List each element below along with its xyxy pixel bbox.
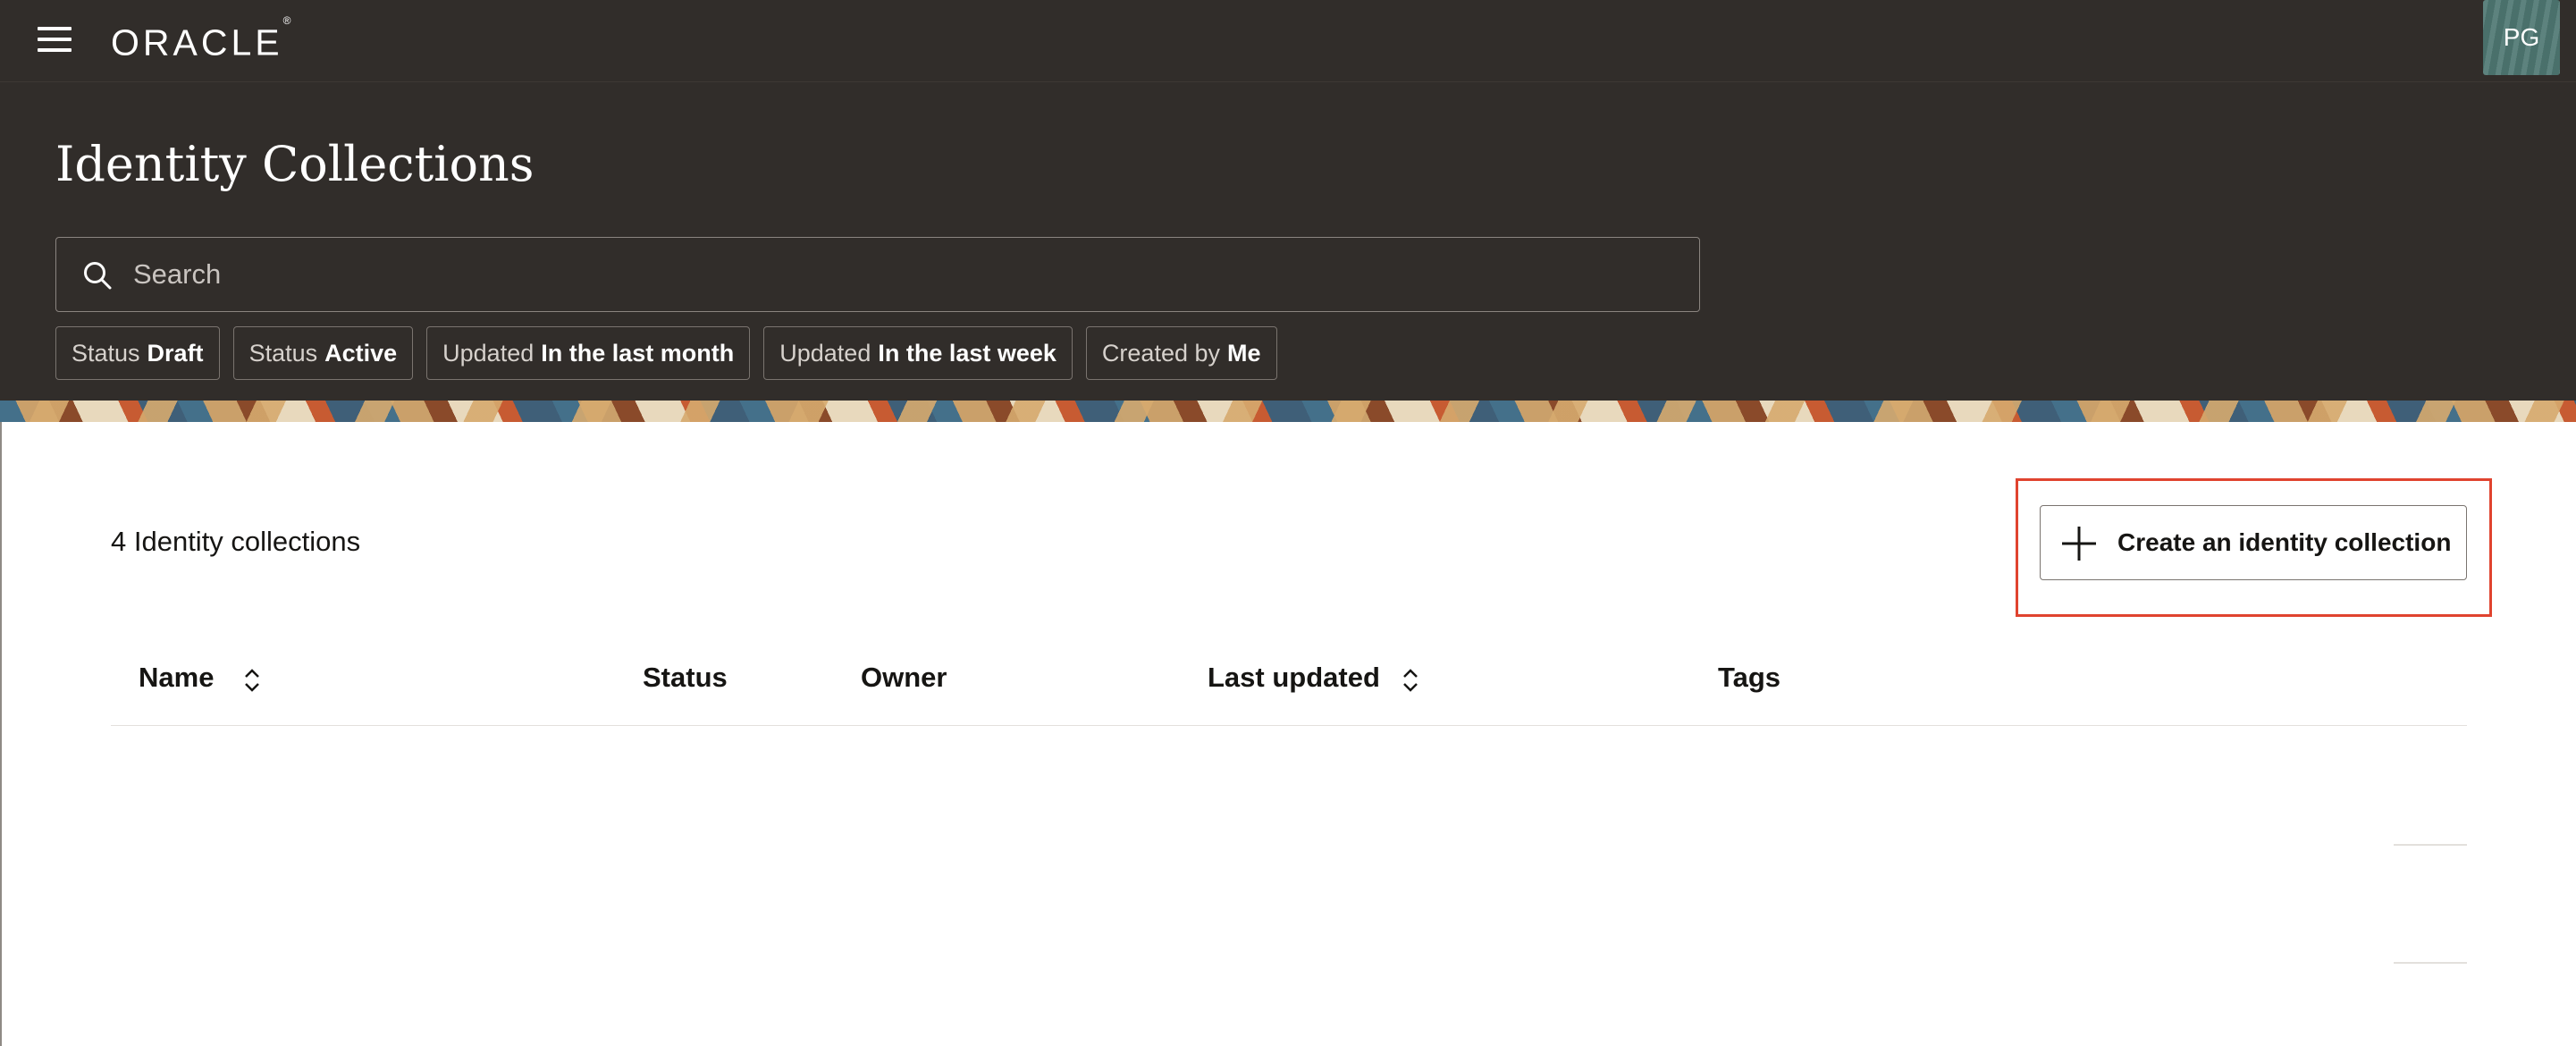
content-left-border <box>0 422 2 1046</box>
sort-icon[interactable] <box>242 667 262 694</box>
row-divider <box>2394 844 2467 846</box>
column-header-status: Status <box>643 662 728 693</box>
top-navigation-bar: ORACLE® PG <box>0 0 2576 82</box>
create-button-label: Create an identity collection <box>2117 528 2452 556</box>
filter-chip-updated-last-week[interactable]: Updated In the last week <box>763 326 1073 380</box>
page-header: Identity Collections Status Draft Status… <box>0 82 2576 401</box>
filter-chip-status-active[interactable]: Status Active <box>232 326 414 380</box>
page-title: Identity Collections <box>55 136 535 192</box>
filter-chips: Status Draft Status Active Updated In th… <box>55 326 1277 380</box>
filter-chip-created-by-me[interactable]: Created by Me <box>1085 326 1277 380</box>
decorative-banner <box>0 401 2576 422</box>
row-divider <box>2394 962 2467 964</box>
column-header-last-updated[interactable]: Last updated <box>1208 662 1380 694</box>
plus-icon <box>2062 527 2096 561</box>
search-box[interactable] <box>55 237 1700 312</box>
user-avatar[interactable]: PG <box>2483 0 2560 75</box>
table-header: Name Status Owner Last updated Tags <box>111 653 2467 726</box>
search-input[interactable] <box>133 238 1671 311</box>
collection-count: 4 Identity collections <box>111 526 361 557</box>
column-header-tags: Tags <box>1718 662 1781 693</box>
column-header-owner: Owner <box>861 662 947 693</box>
filter-chip-status-draft[interactable]: Status Draft <box>55 326 220 380</box>
create-identity-collection-button[interactable]: Create an identity collection <box>2040 505 2467 580</box>
hamburger-menu-icon[interactable] <box>34 23 77 57</box>
search-icon <box>84 262 112 290</box>
oracle-logo[interactable]: ORACLE® <box>111 14 290 63</box>
filter-chip-updated-last-month[interactable]: Updated In the last month <box>426 326 751 380</box>
column-header-name[interactable]: Name <box>139 662 214 694</box>
sort-icon[interactable] <box>1401 667 1420 694</box>
